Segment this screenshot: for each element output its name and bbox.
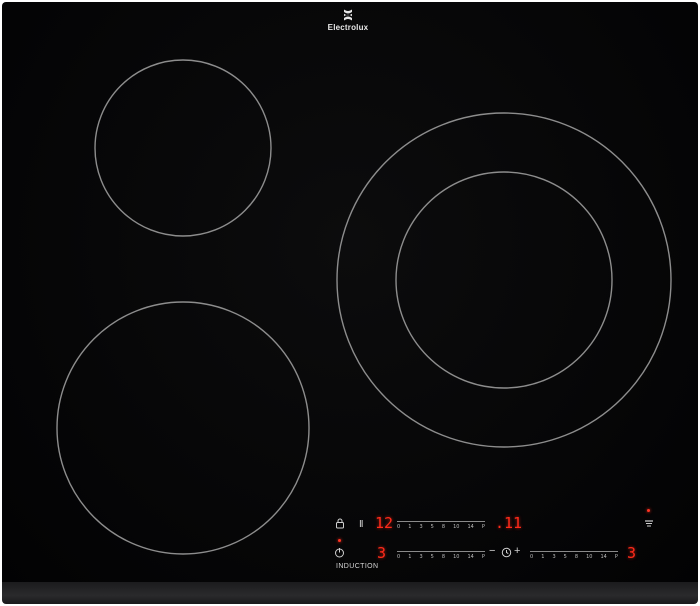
induction-label: INDUCTION — [336, 563, 379, 570]
scale-tick-label[interactable]: 14 — [468, 524, 474, 530]
scale-tick-label[interactable]: 0 — [397, 524, 400, 530]
scale-tick-label[interactable]: 1 — [408, 554, 411, 560]
scale-tick-label[interactable]: 14 — [468, 554, 474, 560]
timer-clock-icon[interactable] — [501, 547, 512, 558]
right-level-display: 3 — [627, 544, 637, 562]
timer-display: .11 — [495, 514, 523, 532]
scale-tick-label[interactable]: 10 — [453, 524, 459, 530]
zone-right-outer-ring[interactable] — [336, 112, 672, 448]
timer-minus-button[interactable]: − — [489, 546, 495, 557]
scale-tick-label[interactable]: 0 — [397, 554, 400, 560]
scale-tick-label[interactable]: 8 — [442, 524, 445, 530]
hob-to-hood-icon[interactable] — [644, 518, 654, 529]
scale-tick-label[interactable]: 1 — [408, 524, 411, 530]
scale-tick-label[interactable]: 5 — [564, 554, 567, 560]
timer-plus-button[interactable]: + — [514, 546, 520, 557]
scale-tick-label[interactable]: 5 — [431, 524, 434, 530]
scale-tick-label[interactable]: 3 — [419, 554, 422, 560]
brand-logo: Electrolux — [318, 8, 378, 32]
zone-right-inner-ring[interactable] — [395, 171, 613, 389]
scale-tick-label[interactable]: 14 — [601, 554, 607, 560]
power-slider-front[interactable]: 0 1 3 5 8 10 14 P — [397, 549, 485, 563]
scale-tick-label[interactable]: 5 — [431, 554, 434, 560]
pause-button[interactable]: II — [359, 519, 363, 530]
scale-tick-label[interactable]: P — [615, 554, 618, 560]
scale-tick-label[interactable]: 8 — [575, 554, 578, 560]
scale-tick-label[interactable]: 3 — [552, 554, 555, 560]
scale-tick-label[interactable]: 10 — [453, 554, 459, 560]
brand-name: Electrolux — [327, 23, 369, 32]
electrolux-logo-icon — [344, 9, 352, 21]
scale-tick-label[interactable]: P — [482, 554, 485, 560]
scale-tick-label[interactable]: 10 — [586, 554, 592, 560]
scale-tick-label[interactable]: 1 — [541, 554, 544, 560]
indicator-dot-timer — [338, 539, 341, 542]
power-slider-rear[interactable]: 0 1 3 5 8 10 14 P — [397, 519, 485, 533]
zone-front-left[interactable] — [56, 301, 310, 555]
scale-tick-label[interactable]: 0 — [530, 554, 533, 560]
zone-rear-left[interactable] — [94, 59, 272, 237]
power-slider-right[interactable]: 0 1 3 5 8 10 14 P — [530, 549, 618, 563]
scale-tick-label[interactable]: 3 — [419, 524, 422, 530]
scale-tick-label[interactable]: 8 — [442, 554, 445, 560]
indicator-dot-top-right — [647, 509, 650, 512]
power-on-off-icon[interactable] — [334, 547, 345, 558]
lock-icon[interactable] — [335, 518, 345, 529]
front-left-level-display: 3 — [377, 544, 387, 562]
scale-tick-label[interactable]: P — [482, 524, 485, 530]
power-display: 12 — [375, 514, 394, 532]
cooking-zones — [56, 59, 672, 555]
